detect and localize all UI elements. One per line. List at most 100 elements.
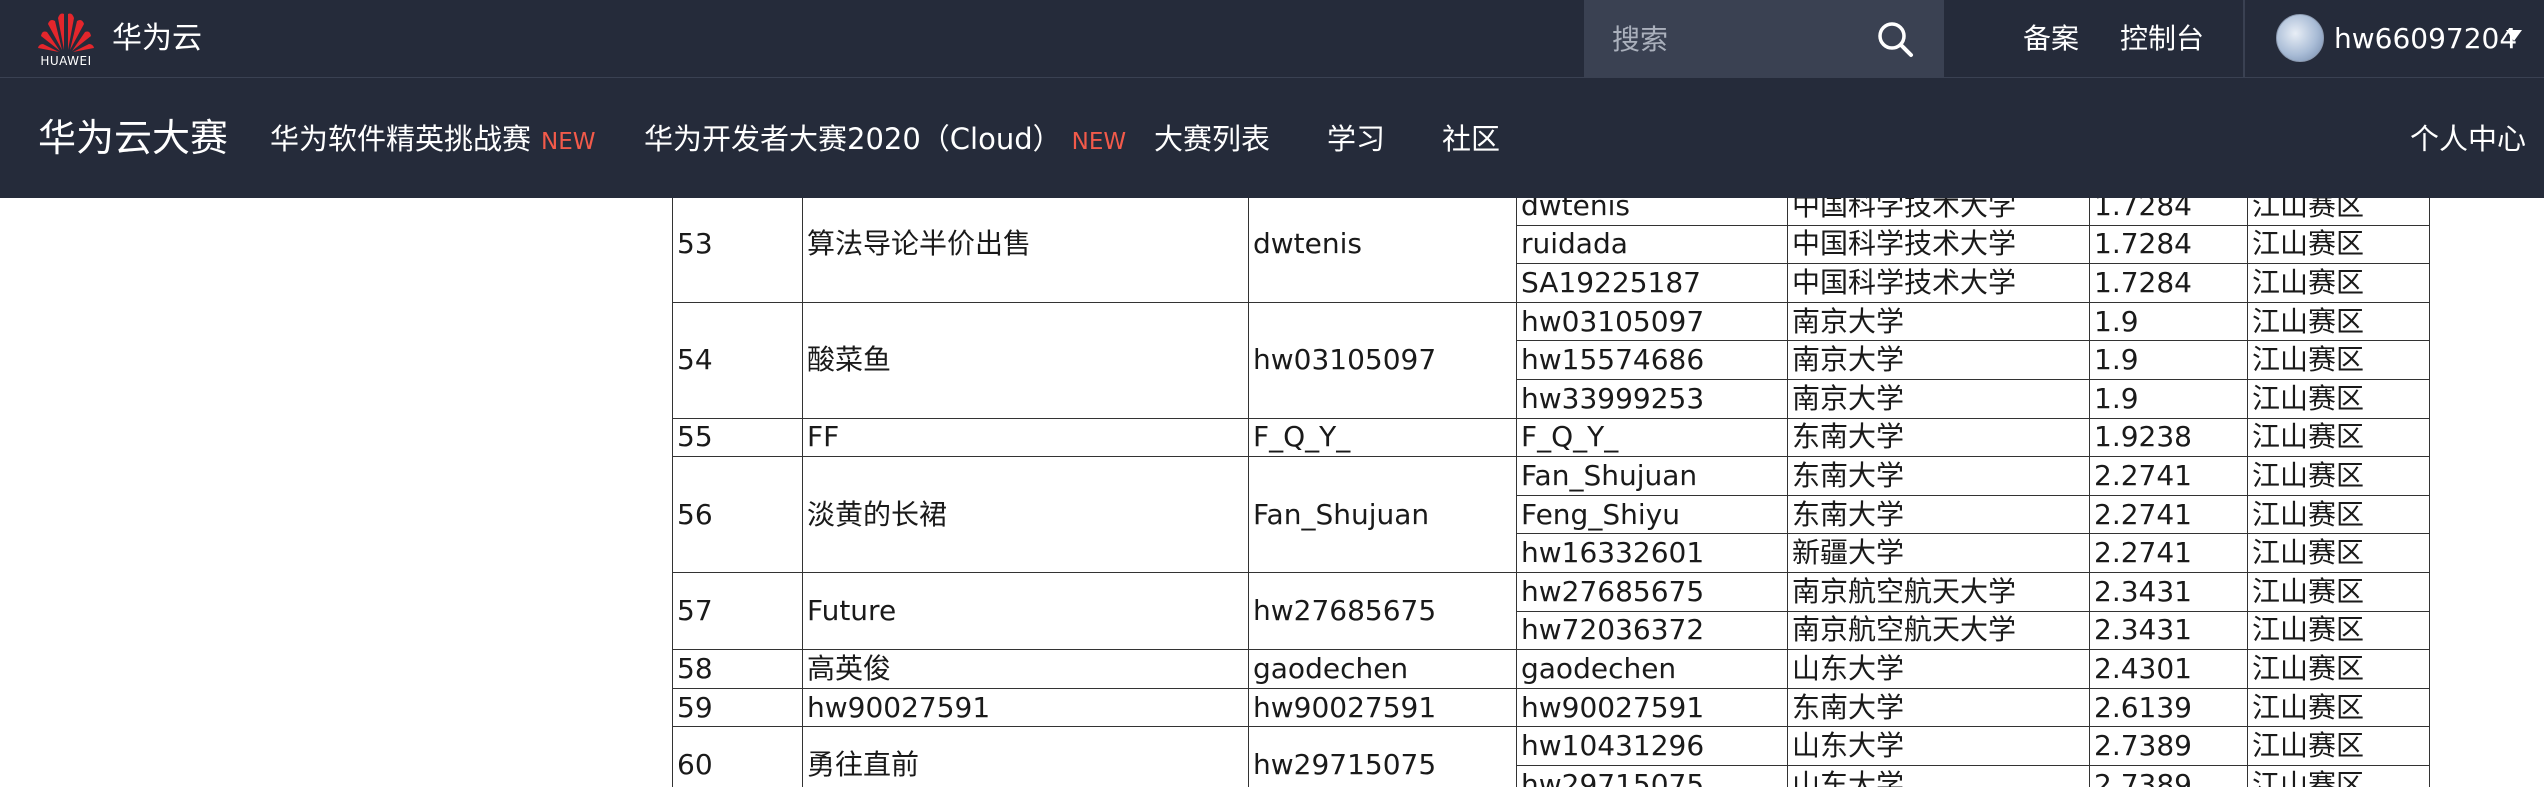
member-cell: F_Q_Y_ <box>1516 417 1788 458</box>
member-cell: hw10431296 <box>1516 726 1788 766</box>
score-cell: 2.7389 <box>2089 764 2248 787</box>
search-icon[interactable] <box>1874 18 1916 60</box>
rank-cell: 55 <box>672 417 803 458</box>
region-cell: 江山赛区 <box>2247 649 2430 689</box>
nav-item-community[interactable]: 社区 <box>1442 120 1500 158</box>
team-name-cell: FF <box>802 417 1249 458</box>
member-cell: SA19225187 <box>1516 263 1788 303</box>
school-cell: 东南大学 <box>1787 417 2090 458</box>
score-cell: 2.2741 <box>2089 456 2248 496</box>
divider <box>2243 0 2245 78</box>
region-cell: 江山赛区 <box>2247 494 2430 535</box>
nav-item-software-elite[interactable]: 华为软件精英挑战赛 NEW <box>270 120 596 161</box>
rank-cell: 59 <box>672 687 803 728</box>
personal-center-link[interactable]: 个人中心 <box>2410 120 2526 158</box>
score-cell: 1.9 <box>2089 301 2248 342</box>
huawei-logo-icon <box>38 13 94 52</box>
score-cell: 2.3431 <box>2089 610 2248 651</box>
school-cell: 南京大学 <box>1787 301 2090 342</box>
table-row: 53 算法导论半价出售 dwtenis dwtenis 中国科学技术大学 1.7284 江山… <box>672 198 2430 303</box>
search-box[interactable] <box>1584 0 1944 78</box>
team-name-cell: 高英俊 <box>802 649 1249 689</box>
region-cell: 江山赛区 <box>2247 533 2430 573</box>
leader-cell: gaodechen <box>1248 649 1517 689</box>
member-cell: ruidada <box>1516 224 1788 265</box>
leader-cell: hw90027591 <box>1248 687 1517 728</box>
leader-cell: hw03105097 <box>1248 301 1517 419</box>
nav-item-label: 华为软件精英挑战赛 <box>270 122 532 156</box>
brand-name[interactable]: 华为云 <box>112 20 202 58</box>
school-cell: 南京航空航天大学 <box>1787 610 2090 651</box>
rank-cell: 57 <box>672 571 803 651</box>
nav-item-label: 学习 <box>1327 122 1386 156</box>
team-name-cell: 勇往直前 <box>802 726 1249 787</box>
region-cell: 江山赛区 <box>2247 764 2430 787</box>
rank-cell: 53 <box>672 198 803 303</box>
score-cell: 2.7389 <box>2089 726 2248 766</box>
username[interactable]: hw66097204 <box>2334 20 2517 58</box>
nav-item-label: 大赛列表 <box>1154 122 1271 156</box>
team-name-cell: 算法导论半价出售 <box>802 198 1249 303</box>
region-cell: 江山赛区 <box>2247 571 2430 612</box>
top-bar: HUAWEI 华为云 备案 控制台 hw66097204 <box>0 0 2544 78</box>
ranking-table: 53 算法导论半价出售 dwtenis dwtenis 中国科学技术大学 1.7284 江山… <box>672 198 2430 787</box>
region-cell: 江山赛区 <box>2247 687 2430 728</box>
region-cell: 江山赛区 <box>2247 456 2430 496</box>
region-cell: 江山赛区 <box>2247 224 2430 265</box>
school-cell: 山东大学 <box>1787 726 2090 766</box>
new-badge: NEW <box>1071 129 1127 155</box>
member-cell: gaodechen <box>1516 649 1788 689</box>
school-cell: 中国科学技术大学 <box>1787 263 2090 303</box>
score-cell: 2.4301 <box>2089 649 2248 689</box>
school-cell: 南京航空航天大学 <box>1787 571 2090 612</box>
team-name-cell: Future <box>802 571 1249 651</box>
region-cell: 江山赛区 <box>2247 198 2430 226</box>
rank-cell: 56 <box>672 456 803 573</box>
region-cell: 江山赛区 <box>2247 263 2430 303</box>
huawei-logo[interactable]: HUAWEI <box>38 10 94 70</box>
nav-item-learn[interactable]: 学习 <box>1327 120 1385 158</box>
caret-down-icon[interactable] <box>2506 30 2522 41</box>
team-name-cell: 酸菜鱼 <box>802 301 1249 419</box>
table-row: 57 Future hw27685675 hw27685675 南京航空航天大学 2.34… <box>672 571 2430 651</box>
score-cell: 2.2741 <box>2089 494 2248 535</box>
console-link[interactable]: 控制台 <box>2120 20 2204 58</box>
member-cell: hw33999253 <box>1516 378 1788 419</box>
nav-item-developer-contest[interactable]: 华为开发者大赛2020（Cloud） NEW <box>644 120 1126 161</box>
table-row: 54 酸菜鱼 hw03105097 hw03105097 南京大学 1.9 江山赛区 <box>672 301 2430 419</box>
member-cell: hw72036372 <box>1516 610 1788 651</box>
score-cell: 1.9 <box>2089 340 2248 380</box>
leader-cell: F_Q_Y_ <box>1248 417 1517 458</box>
school-cell: 东南大学 <box>1787 456 2090 496</box>
score-cell: 2.6139 <box>2089 687 2248 728</box>
table-row: 56 淡黄的长裙 Fan_Shujuan Fan_Shujuan 东南大学 2.2741 江… <box>672 456 2430 573</box>
new-badge: NEW <box>541 129 596 155</box>
school-cell: 南京大学 <box>1787 340 2090 380</box>
nav-item-contest-list[interactable]: 大赛列表 <box>1154 120 1270 158</box>
table-row: 55 FF F_Q_Y_ F_Q_Y_ 东南大学 1.9238 江山赛区 <box>672 417 2430 458</box>
member-cell: hw29715075 <box>1516 764 1788 787</box>
member-cell: Feng_Shiyu <box>1516 494 1788 535</box>
table-row: 60 勇往直前 hw29715075 hw10431296 山东大学 2.7389 江山赛区 <box>672 726 2430 787</box>
rank-cell: 54 <box>672 301 803 419</box>
school-cell: 山东大学 <box>1787 649 2090 689</box>
score-cell: 1.7284 <box>2089 198 2248 226</box>
school-cell: 山东大学 <box>1787 764 2090 787</box>
member-cell: hw03105097 <box>1516 301 1788 342</box>
leader-cell: Fan_Shujuan <box>1248 456 1517 573</box>
avatar[interactable] <box>2276 14 2324 62</box>
member-cell: hw27685675 <box>1516 571 1788 612</box>
beian-link[interactable]: 备案 <box>2023 20 2079 58</box>
score-cell: 1.9238 <box>2089 417 2248 458</box>
leader-cell: dwtenis <box>1248 198 1517 303</box>
school-cell: 新疆大学 <box>1787 533 2090 573</box>
score-cell: 2.3431 <box>2089 571 2248 612</box>
logo-text: HUAWEI <box>40 54 92 68</box>
search-input[interactable] <box>1612 20 1872 58</box>
nav-title[interactable]: 华为云大赛 <box>38 114 228 162</box>
rank-cell: 60 <box>672 726 803 787</box>
team-name-cell: hw90027591 <box>802 687 1249 728</box>
leader-cell: hw29715075 <box>1248 726 1517 787</box>
team-name-cell: 淡黄的长裙 <box>802 456 1249 573</box>
school-cell: 南京大学 <box>1787 378 2090 419</box>
